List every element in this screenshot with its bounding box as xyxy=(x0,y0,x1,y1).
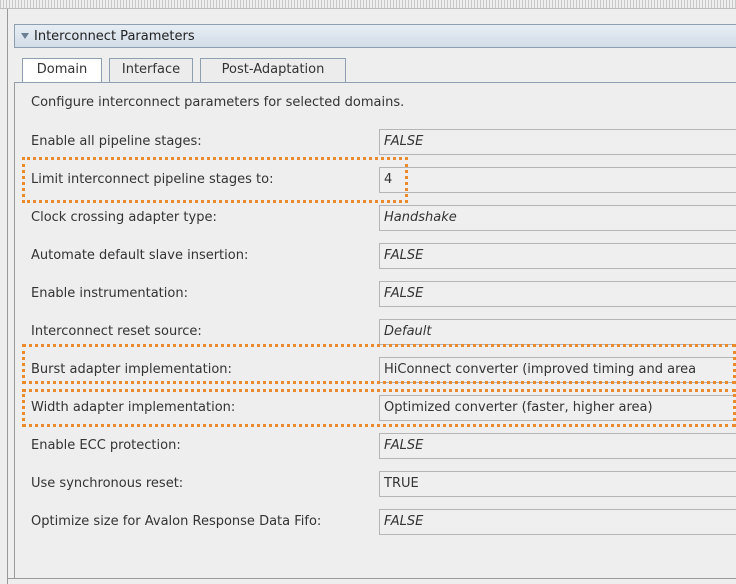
tab-post-adaptation[interactable]: Post-Adaptation xyxy=(200,58,346,82)
value-interconnect-reset-source[interactable]: Default xyxy=(379,319,736,345)
value-enable-ecc-protection[interactable]: FALSE xyxy=(379,433,736,459)
label-optimize-avalon-response-fifo: Optimize size for Avalon Response Data F… xyxy=(31,514,322,529)
value-optimize-avalon-response-fifo[interactable]: FALSE xyxy=(379,509,736,535)
value-enable-all-pipeline-stages[interactable]: FALSE xyxy=(379,129,736,155)
label-clock-crossing-adapter-type: Clock crossing adapter type: xyxy=(31,210,217,225)
interconnect-parameters-header[interactable]: Interconnect Parameters xyxy=(14,24,736,48)
label-burst-adapter-implementation: Burst adapter implementation: xyxy=(31,362,232,377)
value-width-adapter-implementation[interactable]: Optimized converter (faster, higher area… xyxy=(379,395,736,421)
toolbar-strip xyxy=(0,0,736,9)
label-automate-default-slave-insertion: Automate default slave insertion: xyxy=(31,248,249,263)
value-burst-adapter-implementation[interactable]: HiConnect converter (improved timing and… xyxy=(379,357,736,383)
tab-interface[interactable]: Interface xyxy=(109,58,193,82)
label-enable-all-pipeline-stages: Enable all pipeline stages: xyxy=(31,134,202,149)
value-limit-pipeline-stages[interactable]: 4 xyxy=(379,167,736,193)
label-enable-instrumentation: Enable instrumentation: xyxy=(31,286,188,301)
label-enable-ecc-protection: Enable ECC protection: xyxy=(31,438,181,453)
bottom-border xyxy=(7,578,736,579)
tab-domain[interactable]: Domain xyxy=(22,58,102,83)
left-border xyxy=(7,9,8,584)
value-enable-instrumentation[interactable]: FALSE xyxy=(379,281,736,307)
panel-title: Interconnect Parameters xyxy=(34,28,195,44)
label-use-synchronous-reset: Use synchronous reset: xyxy=(31,476,184,491)
label-limit-pipeline-stages: Limit interconnect pipeline stages to: xyxy=(31,172,274,187)
value-automate-default-slave-insertion[interactable]: FALSE xyxy=(379,243,736,269)
collapse-triangle-icon[interactable] xyxy=(21,33,29,39)
value-use-synchronous-reset[interactable]: TRUE xyxy=(379,471,736,497)
label-interconnect-reset-source: Interconnect reset source: xyxy=(31,324,202,339)
domain-tab-content: Configure interconnect parameters for se… xyxy=(14,82,736,578)
value-clock-crossing-adapter-type[interactable]: Handshake xyxy=(379,205,736,231)
label-width-adapter-implementation: Width adapter implementation: xyxy=(31,400,236,415)
description-text: Configure interconnect parameters for se… xyxy=(31,95,405,110)
